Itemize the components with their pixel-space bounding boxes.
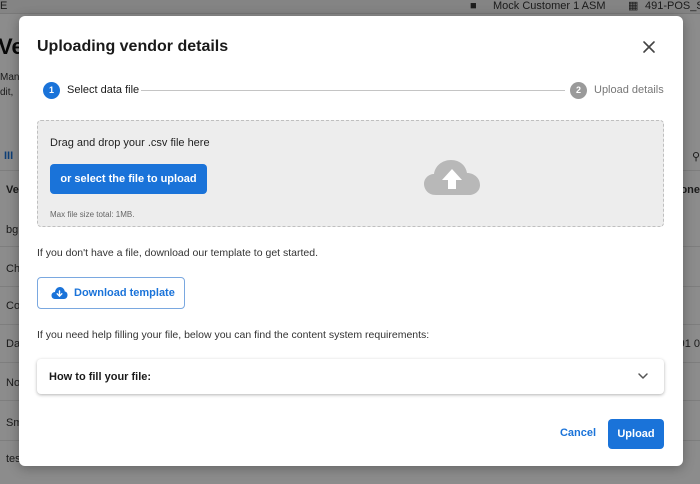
upload-button[interactable]: Upload: [608, 419, 664, 449]
accordion-title: How to fill your file:: [49, 371, 152, 383]
step-1-indicator: 1: [43, 82, 60, 99]
template-prompt: If you don't have a file, download our t…: [37, 247, 319, 259]
upload-vendor-modal: Uploading vendor details 1 Select data f…: [19, 16, 683, 466]
close-icon: [643, 41, 655, 53]
modal-title: Uploading vendor details: [37, 38, 229, 55]
step-2-label: Upload details: [594, 84, 664, 96]
chevron-down-icon: [638, 373, 648, 379]
max-file-size-note: Max file size total: 1MB.: [50, 210, 135, 219]
step-2-indicator: 2: [570, 82, 587, 99]
stepper-connector: [141, 90, 565, 91]
cloud-upload-icon: [424, 160, 480, 195]
cancel-button[interactable]: Cancel: [556, 427, 600, 443]
download-template-label: Download template: [74, 287, 175, 299]
select-file-button[interactable]: or select the file to upload: [50, 164, 207, 194]
cloud-download-icon: [51, 287, 68, 299]
close-button[interactable]: [639, 37, 659, 57]
how-to-fill-accordion[interactable]: How to fill your file:: [37, 359, 664, 394]
file-dropzone[interactable]: Drag and drop your .csv file here or sel…: [37, 120, 664, 227]
requirements-prompt: If you need help filling your file, belo…: [37, 329, 430, 341]
step-1-label: Select data file: [67, 84, 140, 96]
download-template-button[interactable]: Download template: [37, 277, 185, 309]
dropzone-instructions: Drag and drop your .csv file here: [50, 137, 210, 149]
